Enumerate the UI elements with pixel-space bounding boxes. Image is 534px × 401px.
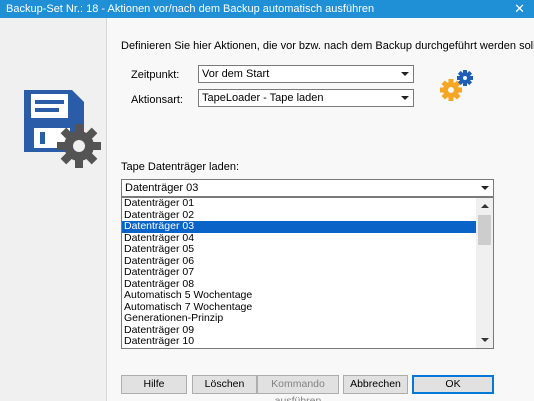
tape-dropdown[interactable]: Datenträger 03 — [121, 179, 494, 197]
description-text: Definieren Sie hier Aktionen, die vor bz… — [121, 40, 534, 52]
ok-button[interactable]: OK — [412, 375, 494, 394]
kommando-button[interactable]: Kommando ausführen — [257, 375, 339, 401]
zeitpunkt-dropdown[interactable]: Vor dem Start — [198, 65, 414, 83]
window-title: Backup-Set Nr.: 18 - Aktionen vor/nach d… — [6, 3, 375, 15]
scroll-up-icon[interactable] — [476, 198, 493, 215]
loeschen-button[interactable]: Löschen — [192, 375, 257, 394]
aktionsart-value: TapeLoader - Tape laden — [202, 92, 324, 104]
tape-list[interactable]: Datenträger 10 Datenträger 09 Generationen… — [121, 197, 494, 349]
chevron-down-icon[interactable] — [477, 180, 493, 196]
list-item[interactable]: Automatisch 7 Wochentage — [122, 301, 478, 314]
list-item[interactable]: Datenträger 02 — [122, 209, 478, 222]
floppy-disk-gear-icon — [24, 90, 101, 168]
close-button[interactable]: ✕ — [514, 1, 525, 17]
scroll-down-icon[interactable] — [476, 331, 493, 348]
zeitpunkt-value: Vor dem Start — [202, 68, 270, 80]
list-item[interactable]: Datenträger 06 — [122, 255, 478, 268]
list-item[interactable]: Datenträger 01 — [122, 198, 478, 210]
list-item[interactable]: Datenträger 08 — [122, 278, 478, 291]
list-item[interactable]: Automatisch 5 Wochentage — [122, 289, 478, 302]
title-bar: Backup-Set Nr.: 18 - Aktionen vor/nach d… — [0, 0, 534, 18]
zeitpunkt-label: Zeitpunkt: — [131, 69, 180, 81]
list-item[interactable]: Generationen-Prinzip — [122, 312, 478, 325]
list-item[interactable]: Datenträger 09 — [122, 324, 478, 337]
tape-label: Tape Datenträger laden: — [121, 161, 240, 173]
list-item[interactable]: Datenträger 05 — [122, 243, 478, 256]
list-item[interactable]: Datenträger 04 — [122, 232, 478, 245]
vertical-scrollbar[interactable] — [476, 198, 493, 348]
left-panel — [0, 18, 107, 401]
scroll-thumb[interactable] — [478, 215, 491, 245]
hilfe-button[interactable]: Hilfe — [121, 375, 187, 394]
aktionsart-label: Aktionsart: — [131, 94, 183, 106]
aktionsart-dropdown[interactable]: TapeLoader - Tape laden — [198, 89, 414, 107]
list-item[interactable]: Datenträger 03 — [122, 220, 478, 233]
list-item[interactable]: Datenträger 07 — [122, 266, 478, 279]
tape-value: Datenträger 03 — [125, 182, 199, 194]
chevron-down-icon[interactable] — [397, 66, 413, 82]
list-item[interactable]: Datenträger 10 — [122, 335, 478, 348]
main-panel: Definieren Sie hier Aktionen, die vor bz… — [107, 18, 534, 401]
abbrechen-button[interactable]: Abbrechen — [343, 375, 408, 394]
chevron-down-icon[interactable] — [397, 90, 413, 106]
gears-icon — [440, 70, 473, 101]
